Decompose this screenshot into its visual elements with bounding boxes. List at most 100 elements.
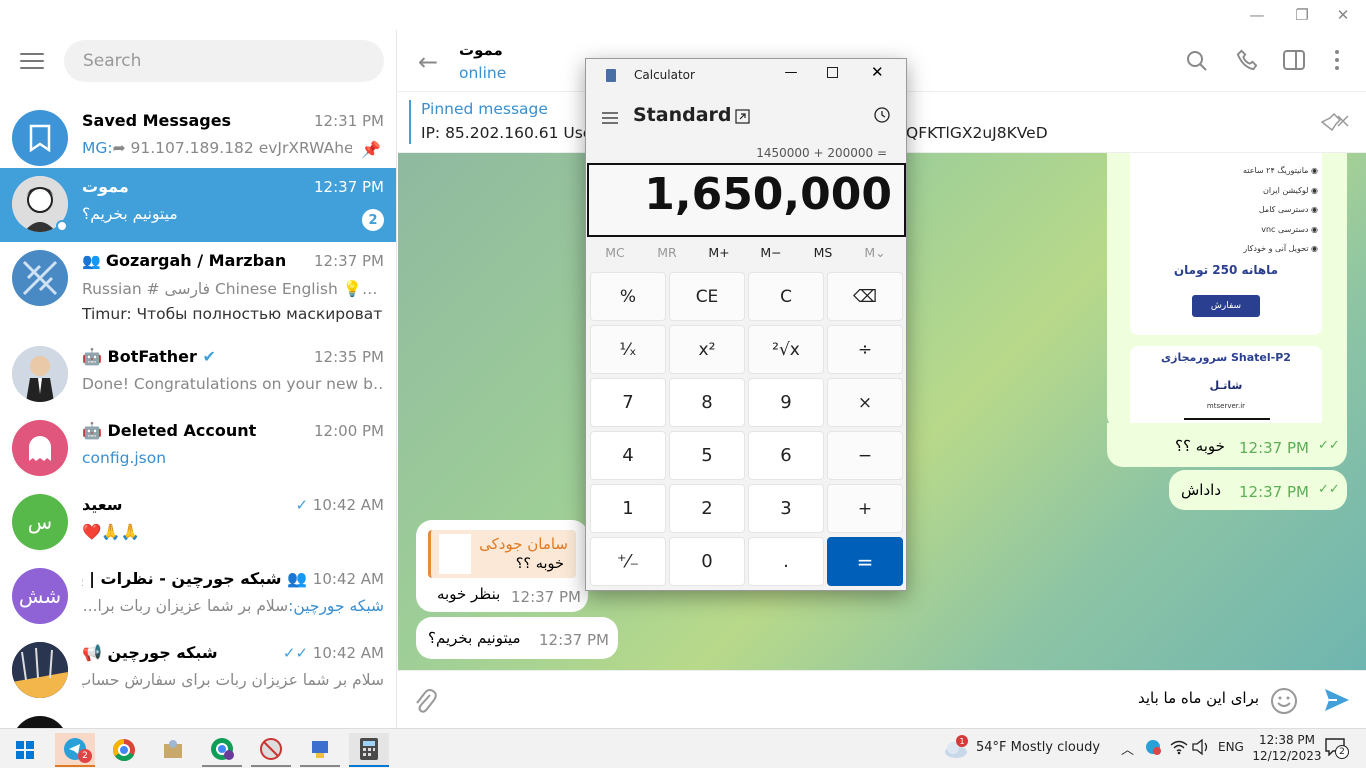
volume-icon[interactable] xyxy=(1192,738,1210,759)
clear-key[interactable]: C xyxy=(748,272,824,321)
calc-expression: 1450000 + 200000 = xyxy=(756,146,887,160)
ad-image-message[interactable]: ◉ مانیتوریگ ۲۴ ساعته ◉ لوکیشن ایران ◉ دس… xyxy=(1107,153,1347,431)
unpin-icon[interactable] xyxy=(1320,112,1350,136)
more-options-icon[interactable] xyxy=(1335,49,1339,75)
reply-thumbnail xyxy=(439,534,471,574)
digit-1-key[interactable]: 1 xyxy=(590,484,666,533)
calculator-taskbar-icon[interactable] xyxy=(349,733,389,767)
back-arrow-icon[interactable]: ← xyxy=(418,48,438,76)
windows-start-icon[interactable] xyxy=(5,733,45,767)
decimal-key[interactable]: . xyxy=(748,537,824,586)
group-icon: 👥 xyxy=(281,569,307,588)
incoming-message[interactable]: سامان جودکی خوبه ؟؟ بنظر خوبه 12:37 PM xyxy=(416,520,588,612)
chat-item-saeed[interactable]: س سعید ✓ 10:42 AM ❤️🙏🙏 xyxy=(0,486,396,560)
square-root-key[interactable]: ²√x xyxy=(748,325,824,374)
calc-menu-icon[interactable] xyxy=(602,109,618,128)
digit-7-key[interactable]: 7 xyxy=(590,378,666,427)
chat-preview: Done! Congratulations on your new b… xyxy=(82,375,384,393)
keep-on-top-icon[interactable] xyxy=(735,109,750,128)
negate-key[interactable]: ⁺⁄₋ xyxy=(590,537,666,586)
digit-9-key[interactable]: 9 xyxy=(748,378,824,427)
pin-icon: 📌 xyxy=(361,140,381,159)
history-icon[interactable] xyxy=(873,106,891,128)
telegram-taskbar-icon[interactable]: 2 xyxy=(55,733,95,767)
message-input[interactable]: برای این ماه ما باید xyxy=(1138,689,1259,707)
chrome-icon[interactable] xyxy=(104,733,144,767)
ad-underline xyxy=(1184,418,1270,420)
ghost-icon xyxy=(12,420,68,476)
search-input[interactable]: Search xyxy=(64,40,384,82)
read-check-icon: ✓ xyxy=(295,496,313,514)
chat-item-botfather[interactable]: 🤖 BotFather ✔ 12:35 PM Done! Congratulat… xyxy=(0,338,396,412)
incoming-message[interactable]: میتونیم بخریم؟ 12:37 PM xyxy=(416,617,618,659)
close-button[interactable]: ✕ xyxy=(1320,0,1366,30)
search-icon[interactable] xyxy=(1186,50,1208,76)
app-icon[interactable] xyxy=(153,733,193,767)
clock[interactable]: 12:38 PM 12/12/2023 xyxy=(1252,732,1322,764)
wifi-icon[interactable] xyxy=(1170,739,1188,759)
network-tool-icon[interactable] xyxy=(300,733,340,767)
multiply-key[interactable]: × xyxy=(827,378,903,427)
chat-item-jorchin-channel[interactable]: 📢 شبکه جورچین ✓✓ 10:42 AM سلام بر شما عز… xyxy=(0,634,396,708)
memory-list-button: M⌄ xyxy=(864,245,886,260)
chat-name: سعید xyxy=(82,495,123,514)
percent-key[interactable]: % xyxy=(590,272,666,321)
sidebar-toggle-icon[interactable] xyxy=(1283,50,1305,74)
message-time: 12:37 PM xyxy=(511,588,581,606)
divide-key[interactable]: ÷ xyxy=(827,325,903,374)
chat-item-mamoot[interactable]: مموت 12:37 PM میتونیم بخریم؟ 2 xyxy=(0,168,396,242)
telegram-tray-icon[interactable] xyxy=(1145,739,1161,759)
outgoing-message[interactable]: داداش 12:37 PM ✓✓ xyxy=(1169,470,1347,510)
chat-time: ✓ 10:42 AM xyxy=(295,496,384,514)
notification-icon[interactable]: 2 xyxy=(1325,738,1349,760)
chat-item-deleted-account[interactable]: 🤖 Deleted Account 12:00 PM config.json xyxy=(0,412,396,486)
calculator-mode: Standard xyxy=(633,104,732,126)
square-key[interactable]: x² xyxy=(669,325,745,374)
chrome-profile-icon[interactable] xyxy=(202,733,242,767)
attach-icon[interactable] xyxy=(413,687,437,719)
tool-icon[interactable] xyxy=(251,733,291,767)
clear-entry-key[interactable]: CE xyxy=(669,272,745,321)
reciprocal-key[interactable]: ¹⁄ₓ xyxy=(590,325,666,374)
weather-icon[interactable]: 1 xyxy=(943,735,969,764)
weather-text[interactable]: 54°F Mostly cloudy xyxy=(976,740,1100,755)
equals-key[interactable]: = xyxy=(827,537,903,586)
subtract-key[interactable]: − xyxy=(827,431,903,480)
emoji-icon[interactable] xyxy=(1270,687,1298,719)
taskbar: 2 1 54°F Mostly cloudy ︿ ENG 12:38 PM 12… xyxy=(0,728,1366,768)
memory-add-button[interactable]: M+ xyxy=(693,245,745,260)
send-icon[interactable] xyxy=(1323,687,1351,717)
reply-preview[interactable]: سامان جودکی خوبه ؟؟ xyxy=(428,530,576,578)
phone-icon[interactable] xyxy=(1236,49,1258,76)
chat-preview: Russian # فارسی Chinese English 💡… xyxy=(82,280,378,298)
hamburger-menu-icon[interactable] xyxy=(20,53,44,69)
chat-item-saved-messages[interactable]: Saved Messages 12:31 PM MG:➦ 91.107.189.… xyxy=(0,102,396,176)
digit-8-key[interactable]: 8 xyxy=(669,378,745,427)
digit-0-key[interactable]: 0 xyxy=(669,537,745,586)
chat-item-jorchin-group[interactable]: شش 👥 شبکه جورچین - نظرات | پیشنه... 10:4… xyxy=(0,560,396,634)
input-language[interactable]: ENG xyxy=(1218,740,1244,754)
digit-3-key[interactable]: 3 xyxy=(748,484,824,533)
backspace-key[interactable]: ⌫ xyxy=(827,272,903,321)
calc-minimize-button[interactable]: — xyxy=(779,65,803,80)
calc-close-button[interactable]: ✕ xyxy=(871,63,884,81)
digit-6-key[interactable]: 6 xyxy=(748,431,824,480)
message-text: میتونیم بخریم؟ xyxy=(428,629,521,647)
outgoing-message[interactable]: خوبه ؟؟ 12:37 PM ✓✓ xyxy=(1107,423,1347,467)
digit-5-key[interactable]: 5 xyxy=(669,431,745,480)
chevron-up-icon[interactable]: ︿ xyxy=(1121,739,1134,758)
calc-display: 1,650,000 xyxy=(587,163,906,237)
memory-store-button[interactable]: MS xyxy=(797,245,849,260)
clock-time: 12:38 PM xyxy=(1259,733,1315,747)
add-key[interactable]: + xyxy=(827,484,903,533)
avatar xyxy=(12,642,68,698)
minimize-button[interactable]: — xyxy=(1234,0,1280,30)
digit-4-key[interactable]: 4 xyxy=(590,431,666,480)
memory-subtract-button[interactable]: M− xyxy=(745,245,797,260)
chat-time: 12:35 PM xyxy=(314,348,384,366)
calc-maximize-button[interactable] xyxy=(827,67,838,78)
digit-2-key[interactable]: 2 xyxy=(669,484,745,533)
maximize-button[interactable]: ❐ xyxy=(1279,0,1325,30)
ad-feature: ◉ تحویل آنی و خودکار xyxy=(1243,244,1318,253)
chat-item-gozargah[interactable]: 👥 Gozargah / Marzban 12:37 PM Russian # … xyxy=(0,242,396,328)
